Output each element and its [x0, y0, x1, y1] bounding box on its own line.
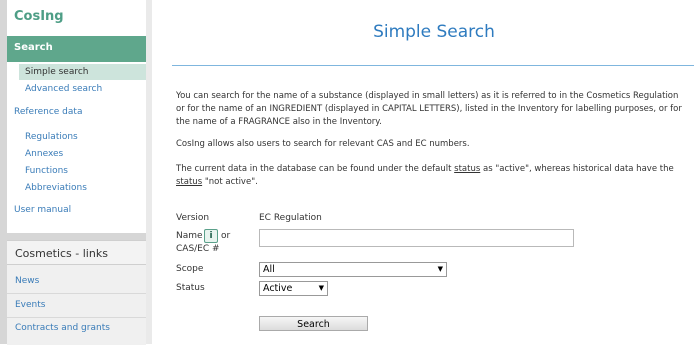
- dropdown-arrow-icon: ▼: [318, 284, 324, 292]
- info-icon[interactable]: i: [204, 229, 218, 243]
- scope-selected-value: All: [263, 264, 275, 275]
- link-events[interactable]: Events: [15, 300, 45, 310]
- links-divider: [7, 317, 146, 318]
- dropdown-arrow-icon: ▼: [437, 265, 443, 273]
- sidebar-item-reference-data[interactable]: Reference data: [14, 107, 82, 117]
- scope-select[interactable]: All ▼: [259, 262, 447, 277]
- status-select[interactable]: Active ▼: [259, 281, 328, 296]
- cas-ec-label: CAS/EC #: [176, 244, 220, 254]
- sidebar-item-annexes[interactable]: Annexes: [25, 149, 63, 159]
- sidebar-item-user-manual[interactable]: User manual: [14, 205, 71, 215]
- or-label: or: [221, 231, 231, 241]
- status-selected-value: Active: [263, 283, 293, 294]
- version-value: EC Regulation: [259, 213, 322, 223]
- name-label: Name: [176, 231, 203, 241]
- sidebar-item-simple-search[interactable]: Simple search: [19, 64, 146, 80]
- sidebar-item-advanced-search[interactable]: Advanced search: [25, 84, 102, 94]
- title-rule: [172, 65, 694, 66]
- status-link[interactable]: status: [176, 177, 202, 187]
- cosing-logo[interactable]: CosIng: [14, 9, 64, 24]
- status-text: as "active", whereas historical data hav…: [480, 164, 674, 174]
- sidebar-nav: CosIng Search Simple search Advanced sea…: [7, 0, 146, 233]
- page-title: Simple Search: [373, 22, 495, 42]
- status-text: The current data in the database can be …: [176, 164, 455, 174]
- link-news[interactable]: News: [15, 276, 39, 286]
- status-text: "not active".: [202, 177, 258, 187]
- sidebar-item-search[interactable]: Search: [7, 36, 146, 62]
- sidebar-item-functions[interactable]: Functions: [25, 166, 68, 176]
- cas-ec-paragraph: CosIng allows also users to search for r…: [176, 139, 470, 149]
- sidebar: CosIng Search Simple search Advanced sea…: [7, 0, 146, 345]
- status-label: Status: [176, 283, 205, 293]
- status-paragraph: The current data in the database can be …: [176, 163, 688, 189]
- cosmetics-links-panel: Cosmetics - links News Events Contracts …: [7, 240, 146, 345]
- scope-label: Scope: [176, 264, 204, 274]
- name-cas-input[interactable]: [259, 229, 574, 247]
- version-label: Version: [176, 213, 210, 223]
- search-button[interactable]: Search: [259, 316, 368, 331]
- intro-paragraph: You can search for the name of a substan…: [176, 91, 682, 127]
- status-link[interactable]: status: [454, 164, 480, 174]
- left-gutter: [0, 0, 7, 344]
- links-divider: [7, 293, 146, 294]
- sidebar-item-abbreviations[interactable]: Abbreviations: [25, 183, 87, 193]
- sidebar-item-regulations[interactable]: Regulations: [25, 132, 78, 142]
- links-panel-title: Cosmetics - links: [7, 241, 146, 265]
- link-contracts-and-grants[interactable]: Contracts and grants: [15, 323, 110, 333]
- column-divider: [146, 0, 152, 344]
